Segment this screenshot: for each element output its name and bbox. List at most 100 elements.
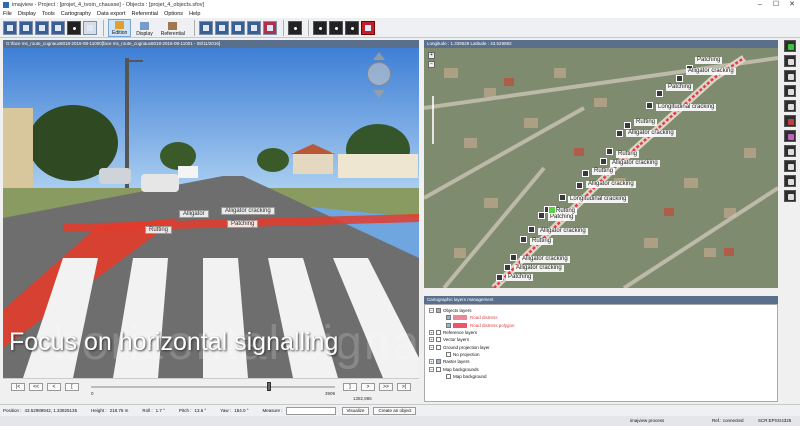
pan-up-icon[interactable] — [373, 52, 385, 60]
map-zoom-in-button[interactable]: + — [428, 52, 435, 59]
layer-row[interactable]: Road distress polygon — [425, 322, 777, 329]
layer-checkbox[interactable] — [446, 315, 451, 321]
create-object-button[interactable]: Create an object — [373, 406, 417, 415]
layer-checkbox[interactable] — [436, 330, 441, 336]
expand-toggle-icon[interactable]: + — [429, 337, 434, 343]
expand-toggle-icon[interactable]: − — [429, 344, 434, 350]
layer-row[interactable]: + Vector layers — [425, 336, 777, 343]
menu-tools[interactable]: Tools — [42, 11, 55, 17]
info-icon[interactable] — [784, 160, 796, 172]
expand-toggle-icon[interactable]: + — [429, 330, 434, 336]
step-forward-button[interactable]: > — [361, 383, 375, 391]
map-zoom-out-button[interactable]: − — [428, 61, 435, 68]
menu-help[interactable]: Help — [189, 11, 200, 17]
points-icon[interactable] — [328, 20, 343, 35]
map-label[interactable]: Rutting — [530, 238, 554, 245]
layer-checkbox[interactable] — [446, 322, 451, 328]
zoom-search-icon[interactable] — [83, 20, 97, 35]
menu-display[interactable]: Display — [18, 11, 36, 17]
display-button[interactable]: Display — [133, 19, 155, 37]
home-icon[interactable] — [784, 85, 796, 97]
layer-checkbox[interactable] — [446, 351, 451, 357]
video-label-patching[interactable]: Patching — [227, 220, 259, 228]
layer-row[interactable]: + Reference layers — [425, 329, 777, 336]
map-label[interactable]: Longitudinal cracking — [568, 196, 629, 203]
map-label[interactable]: Patching — [695, 57, 723, 64]
map-label[interactable]: Alligator cracking — [610, 160, 660, 167]
fullscreen-icon[interactable] — [67, 20, 81, 35]
expand-toggle-icon[interactable]: − — [429, 308, 434, 314]
red-points-icon[interactable] — [360, 20, 375, 35]
video-label-alligator[interactable]: Alligator — [179, 210, 209, 218]
referential-button[interactable]: Referential — [158, 19, 188, 37]
fast-forward-button[interactable]: >> — [379, 383, 393, 391]
layer-row[interactable]: − Objects layers — [425, 307, 777, 314]
maximize-button[interactable]: ☐ — [768, 0, 784, 10]
map-zoom-slider[interactable] — [432, 96, 434, 144]
grid-points-icon[interactable] — [344, 20, 359, 35]
open-project-icon[interactable] — [19, 20, 33, 35]
step-back-button[interactable]: < — [47, 383, 61, 391]
layer-checkbox[interactable] — [436, 359, 441, 365]
visualize-button[interactable]: Visualize — [341, 406, 370, 415]
map-label[interactable]: Patching — [548, 214, 576, 221]
layout-grid-icon[interactable] — [35, 20, 49, 35]
settings-icon[interactable] — [784, 130, 796, 142]
draw-polygon-icon[interactable] — [784, 190, 796, 202]
street-video-view[interactable]: Alligator Alligator cracking Patching Ru… — [3, 48, 419, 378]
map-label[interactable]: Alligator cracking — [626, 130, 676, 137]
menu-options[interactable]: Options — [164, 11, 183, 17]
road-view-icon[interactable] — [198, 20, 213, 35]
close-button[interactable]: ✕ — [784, 0, 800, 10]
road-profile-icon[interactable] — [214, 20, 229, 35]
edition-button[interactable]: Edition — [108, 18, 132, 37]
layer-row[interactable]: Road distress — [425, 314, 777, 321]
first-frame-button[interactable]: |< — [11, 383, 25, 391]
compass-icon[interactable] — [367, 62, 391, 86]
video-label-rutting[interactable]: Rutting — [145, 226, 173, 234]
map-label[interactable]: Longitudinal cracking — [656, 104, 717, 111]
marking-icon[interactable] — [246, 20, 261, 35]
layer-row[interactable]: + Raster layers — [425, 358, 777, 365]
aerial-map-view[interactable]: + − Patching Alligator cracking Patching… — [424, 48, 778, 288]
minimize-button[interactable]: – — [752, 0, 768, 10]
pan-down-icon[interactable] — [373, 90, 385, 98]
map-label[interactable]: Rutting — [616, 151, 640, 158]
map-label[interactable]: Patching — [666, 84, 694, 91]
layer-row[interactable]: − Map backgrounds — [425, 365, 777, 372]
video-slider-thumb[interactable] — [267, 382, 272, 391]
layer-checkbox[interactable] — [446, 373, 451, 379]
menu-cartography[interactable]: Cartography — [61, 11, 91, 17]
draw-line-icon[interactable] — [784, 175, 796, 187]
map-label[interactable]: Patching — [506, 274, 534, 281]
layer-row[interactable]: − Ground projection layer — [425, 343, 777, 350]
map-label[interactable]: Rutting — [634, 119, 658, 126]
layer-checkbox[interactable] — [436, 308, 441, 314]
expand-toggle-icon[interactable]: + — [429, 359, 434, 365]
layer-row[interactable]: Map background — [425, 373, 777, 380]
map-label[interactable]: Alligator cracking — [514, 265, 564, 272]
new-project-icon[interactable] — [3, 20, 17, 35]
layer-checkbox[interactable] — [436, 344, 441, 350]
map-label[interactable]: Alligator cracking — [686, 68, 736, 75]
camera-icon[interactable] — [784, 100, 796, 112]
measure-select[interactable] — [285, 406, 336, 415]
layer-checkbox[interactable] — [436, 337, 441, 343]
layer-checkbox[interactable] — [436, 366, 441, 372]
road-distress-icon[interactable] — [230, 20, 245, 35]
video-label-alligator-cracking[interactable]: Alligator cracking — [221, 207, 275, 215]
measure-icon[interactable] — [784, 70, 796, 82]
map-label[interactable]: Rutting — [592, 168, 616, 175]
add-object-icon[interactable] — [784, 40, 796, 52]
layer-row[interactable]: No projection — [425, 351, 777, 358]
menu-file[interactable]: File — [3, 11, 12, 17]
last-frame-button[interactable]: >| — [397, 383, 411, 391]
rewind-button[interactable]: << — [29, 383, 43, 391]
map-label[interactable]: Alligator cracking — [586, 181, 636, 188]
menu-data-export[interactable]: Data export — [97, 11, 125, 17]
chart-icon[interactable] — [262, 20, 277, 35]
expand-toggle-icon[interactable]: − — [429, 366, 434, 372]
menu-referential[interactable]: Referential — [131, 11, 158, 17]
frame-icon[interactable] — [312, 20, 327, 35]
layout-split-icon[interactable] — [51, 20, 65, 35]
